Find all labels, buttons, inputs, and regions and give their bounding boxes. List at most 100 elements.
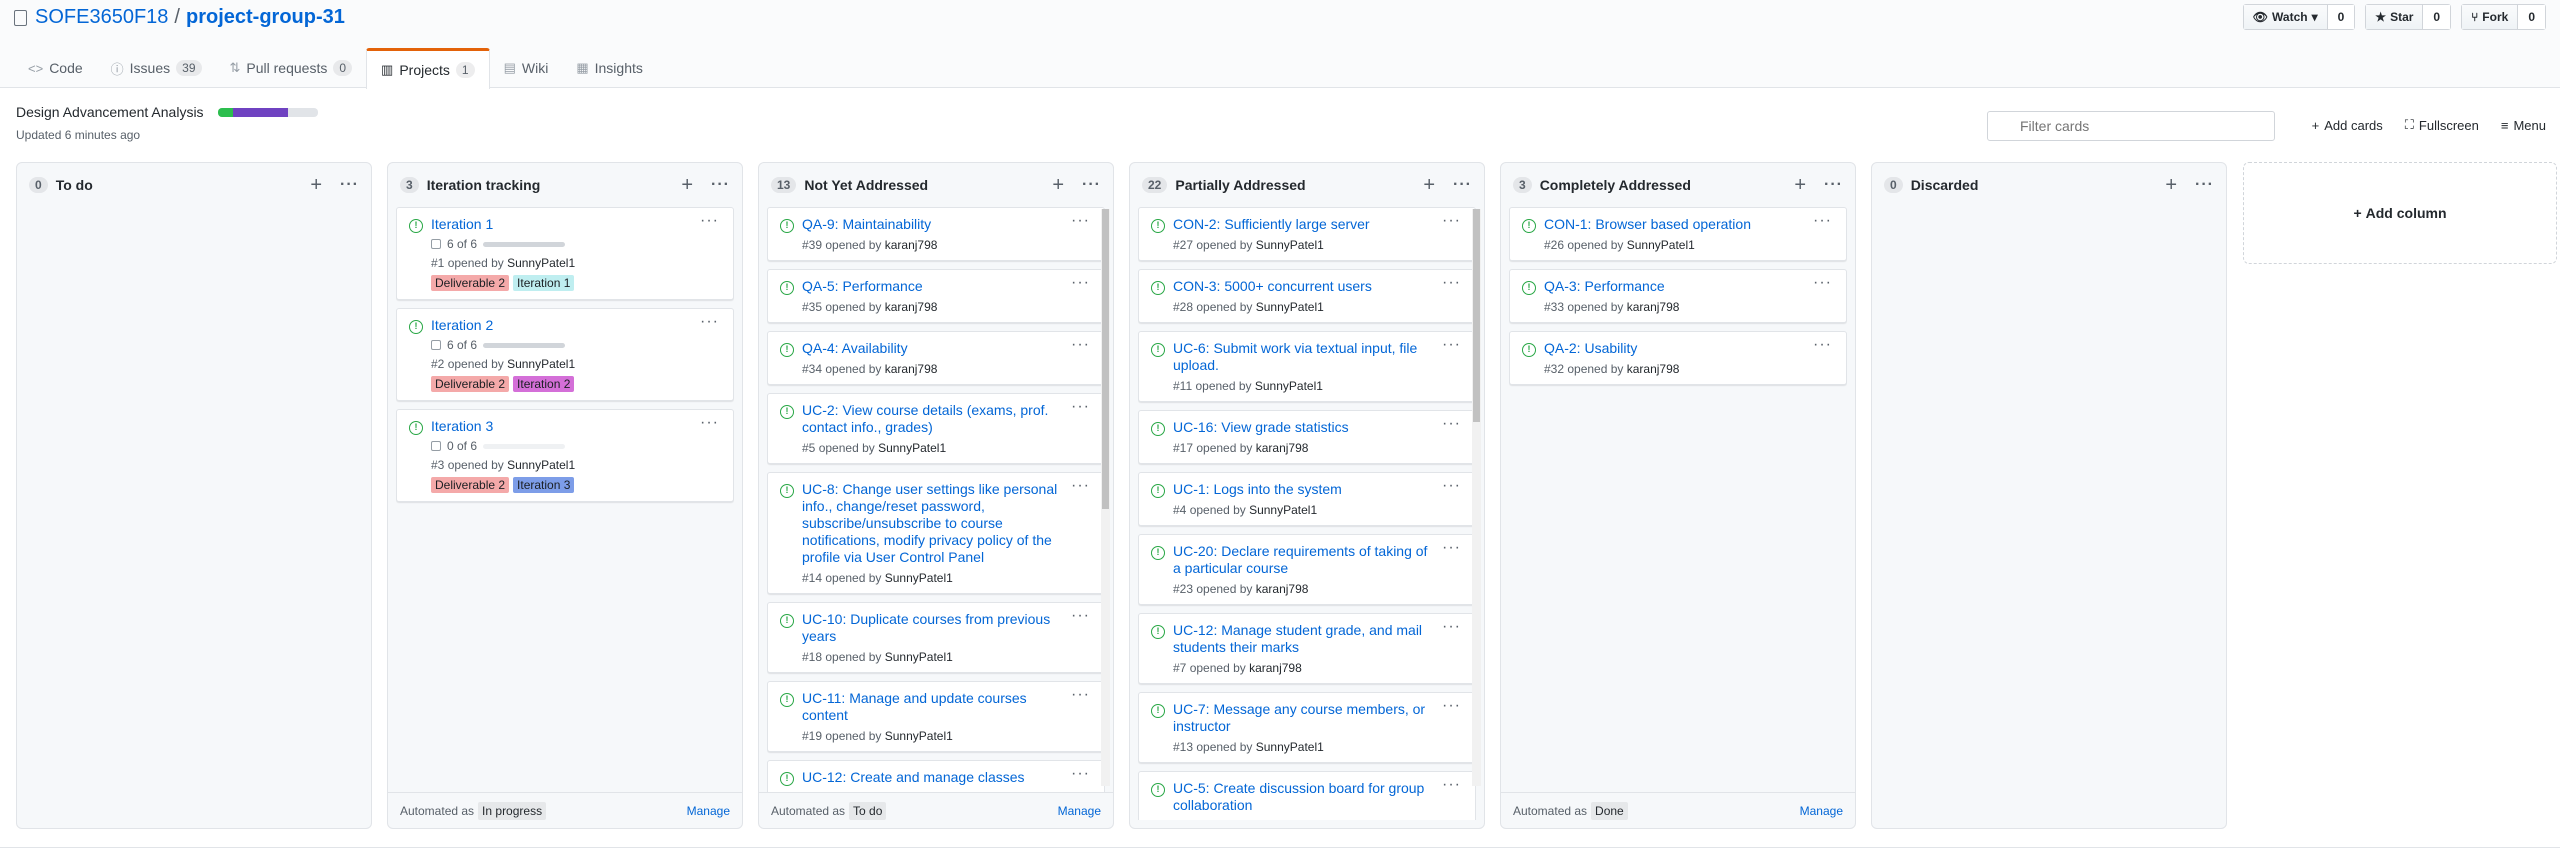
card-menu-icon[interactable]: ··· xyxy=(1071,686,1090,704)
issue-card[interactable]: ! ··· QA-4: Availability #34 opened by ka… xyxy=(767,331,1105,385)
card-menu-icon[interactable]: ··· xyxy=(700,212,719,230)
issue-title-link[interactable]: UC-12: Manage student grade, and mail st… xyxy=(1173,622,1465,656)
issue-title-link[interactable]: QA-5: Performance xyxy=(802,278,1094,295)
issue-card[interactable]: ! ··· UC-16: View grade statistics #17 op… xyxy=(1138,410,1476,464)
issue-title-link[interactable]: CON-1: Browser based operation xyxy=(1544,216,1836,233)
column-menu-icon[interactable]: ··· xyxy=(711,176,730,194)
issue-author-link[interactable]: SunnyPatel1 xyxy=(885,650,953,664)
issue-author-link[interactable]: karanj798 xyxy=(1249,661,1302,675)
watch-count[interactable]: 0 xyxy=(2327,5,2355,29)
card-menu-icon[interactable]: ··· xyxy=(1442,477,1461,495)
issue-card[interactable]: ! ··· UC-12: Create and manage classes#2… xyxy=(767,760,1105,792)
card-menu-icon[interactable]: ··· xyxy=(1071,477,1090,495)
issue-card[interactable]: ! ··· UC-20: Declare requirements of tak… xyxy=(1138,534,1476,605)
issue-author-link[interactable]: SunnyPatel1 xyxy=(878,441,946,455)
watch-button[interactable]: 👁 Watch ▾ xyxy=(2243,5,2328,29)
fullscreen-button[interactable]: ⛶ Fullscreen xyxy=(2405,117,2479,133)
issue-title-link[interactable]: Iteration 3 xyxy=(431,418,723,435)
issue-author-link[interactable]: SunnyPatel1 xyxy=(1627,238,1695,252)
card-menu-icon[interactable]: ··· xyxy=(1071,607,1090,625)
issue-author-link[interactable]: SunnyPatel1 xyxy=(1256,300,1324,314)
issue-author-link[interactable]: SunnyPatel1 xyxy=(507,458,575,472)
card-menu-icon[interactable]: ··· xyxy=(1442,539,1461,557)
issue-author-link[interactable]: SunnyPatel1 xyxy=(1249,503,1317,517)
issue-card[interactable]: ! ··· Iteration 1 6 of 6 #1 opened by Su… xyxy=(396,207,734,300)
menu-button[interactable]: ≡ Menu xyxy=(2501,117,2546,133)
issue-card[interactable]: ! ··· QA-2: Usability #32 opened by karan… xyxy=(1509,331,1847,385)
card-menu-icon[interactable]: ··· xyxy=(1442,776,1461,794)
issue-card[interactable]: ! ··· CON-1: Browser based operation #26 … xyxy=(1509,207,1847,261)
manage-automation-link[interactable]: Manage xyxy=(1058,804,1101,818)
tab-code[interactable]: <> Code xyxy=(14,48,97,88)
issue-card[interactable]: ! ··· UC-5: Create discussion board for … xyxy=(1138,771,1476,820)
issue-title-link[interactable]: UC-12: Create and manage classes xyxy=(802,769,1094,786)
filter-cards-input[interactable] xyxy=(1987,111,2275,141)
tab-pull-requests[interactable]: ⇅ Pull requests 0 xyxy=(216,48,367,88)
star-button[interactable]: ★ Star xyxy=(2366,5,2424,29)
card-menu-icon[interactable]: ··· xyxy=(700,414,719,432)
issue-author-link[interactable]: karanj798 xyxy=(885,238,938,252)
card-menu-icon[interactable]: ··· xyxy=(1442,336,1461,354)
issue-title-link[interactable]: UC-1: Logs into the system xyxy=(1173,481,1465,498)
issue-title-link[interactable]: UC-2: View course details (exams, prof. … xyxy=(802,402,1094,436)
card-menu-icon[interactable]: ··· xyxy=(1071,274,1090,292)
issue-card[interactable]: ! ··· UC-12: Manage student grade, and m… xyxy=(1138,613,1476,684)
issue-author-link[interactable]: SunnyPatel1 xyxy=(507,357,575,371)
issue-label[interactable]: Iteration 3 xyxy=(513,477,575,493)
scrollbar-thumb[interactable] xyxy=(1102,209,1109,510)
column-menu-icon[interactable]: ··· xyxy=(1824,176,1843,194)
issue-author-link[interactable]: SunnyPatel1 xyxy=(1255,379,1323,393)
issue-title-link[interactable]: CON-2: Sufficiently large server xyxy=(1173,216,1465,233)
issue-author-link[interactable]: karanj798 xyxy=(1256,441,1309,455)
add-card-plus-icon[interactable]: + xyxy=(2165,174,2177,197)
fork-button[interactable]: ⑂ Fork xyxy=(2462,5,2519,29)
issue-title-link[interactable]: UC-6: Submit work via textual input, fil… xyxy=(1173,340,1465,374)
issue-title-link[interactable]: UC-5: Create discussion board for group … xyxy=(1173,780,1465,814)
issue-title-link[interactable]: Iteration 2 xyxy=(431,317,723,334)
issue-card[interactable]: ! ··· Iteration 3 0 of 6 #3 opened by Su… xyxy=(396,409,734,502)
issue-card[interactable]: ! ··· QA-5: Performance #35 opened by kar… xyxy=(767,269,1105,323)
issue-title-link[interactable]: UC-7: Message any course members, or ins… xyxy=(1173,701,1465,735)
add-card-plus-icon[interactable]: + xyxy=(1794,174,1806,197)
card-menu-icon[interactable]: ··· xyxy=(1442,697,1461,715)
issue-title-link[interactable]: UC-20: Declare requirements of taking of… xyxy=(1173,543,1465,577)
issue-author-link[interactable]: karanj798 xyxy=(1627,300,1680,314)
add-card-plus-icon[interactable]: + xyxy=(310,174,322,197)
column-menu-icon[interactable]: ··· xyxy=(340,176,359,194)
issue-author-link[interactable]: SunnyPatel1 xyxy=(507,256,575,270)
issue-card[interactable]: ! ··· UC-2: View course details (exams, … xyxy=(767,393,1105,464)
issue-author-link[interactable]: SunnyPatel1 xyxy=(885,729,953,743)
card-menu-icon[interactable]: ··· xyxy=(1071,765,1090,783)
issue-author-link[interactable]: karanj798 xyxy=(885,362,938,376)
issue-card[interactable]: ! ··· QA-9: Maintainability #39 opened by… xyxy=(767,207,1105,261)
issue-title-link[interactable]: UC-11: Manage and update courses content xyxy=(802,690,1094,724)
issue-author-link[interactable]: SunnyPatel1 xyxy=(1256,740,1324,754)
add-card-plus-icon[interactable]: + xyxy=(1052,174,1064,197)
star-count[interactable]: 0 xyxy=(2423,5,2451,29)
issue-title-link[interactable]: QA-2: Usability xyxy=(1544,340,1836,357)
card-menu-icon[interactable]: ··· xyxy=(1071,336,1090,354)
manage-automation-link[interactable]: Manage xyxy=(1800,804,1843,818)
card-menu-icon[interactable]: ··· xyxy=(1442,618,1461,636)
issue-card[interactable]: ! ··· CON-2: Sufficiently large server #2… xyxy=(1138,207,1476,261)
issue-title-link[interactable]: QA-3: Performance xyxy=(1544,278,1836,295)
column-menu-icon[interactable]: ··· xyxy=(2195,176,2214,194)
issue-label[interactable]: Iteration 2 xyxy=(513,376,575,392)
column-scrollbar[interactable] xyxy=(1472,209,1481,786)
card-menu-icon[interactable]: ··· xyxy=(1813,274,1832,292)
add-card-plus-icon[interactable]: + xyxy=(1423,174,1435,197)
issue-card[interactable]: ! ··· CON-3: 5000+ concurrent users #28 o… xyxy=(1138,269,1476,323)
fork-count[interactable]: 0 xyxy=(2518,5,2545,29)
repo-name-link[interactable]: project-group-31 xyxy=(186,6,345,29)
issue-card[interactable]: ! ··· Iteration 2 6 of 6 #2 opened by Su… xyxy=(396,308,734,401)
column-menu-icon[interactable]: ··· xyxy=(1082,176,1101,194)
issue-author-link[interactable]: karanj798 xyxy=(1627,362,1680,376)
scrollbar-thumb[interactable] xyxy=(1473,209,1480,423)
card-menu-icon[interactable]: ··· xyxy=(1442,274,1461,292)
tab-wiki[interactable]: ▤ Wiki xyxy=(490,48,563,88)
card-menu-icon[interactable]: ··· xyxy=(1442,212,1461,230)
issue-label[interactable]: Deliverable 2 xyxy=(431,275,510,291)
card-menu-icon[interactable]: ··· xyxy=(1442,415,1461,433)
issue-author-link[interactable]: SunnyPatel1 xyxy=(1256,238,1324,252)
card-menu-icon[interactable]: ··· xyxy=(1813,336,1832,354)
